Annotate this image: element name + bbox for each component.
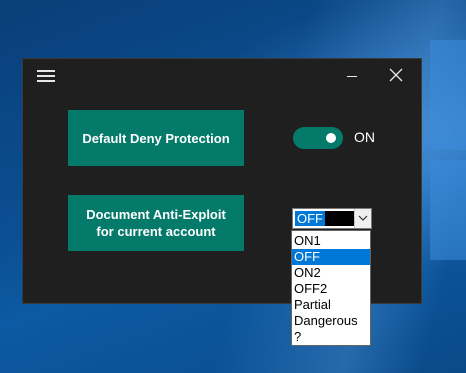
close-icon[interactable] xyxy=(389,68,405,84)
select-current-value: OFF xyxy=(295,211,354,226)
select-option[interactable]: ON2 xyxy=(292,265,370,281)
hamburger-menu-icon[interactable] xyxy=(37,70,55,82)
minimize-icon[interactable] xyxy=(345,69,361,83)
protection-toggle[interactable] xyxy=(293,127,343,149)
anti-exploit-mode-select[interactable]: OFF xyxy=(292,208,372,229)
desktop-logo-pane xyxy=(430,40,466,150)
select-option[interactable]: OFF2 xyxy=(292,281,370,297)
select-option[interactable]: OFF xyxy=(292,249,370,265)
default-deny-protection-button[interactable]: Default Deny Protection xyxy=(68,110,244,166)
desktop-logo-pane xyxy=(430,160,466,260)
select-option[interactable]: ON1 xyxy=(292,233,370,249)
select-option[interactable]: ? xyxy=(292,329,370,345)
toggle-state-label: ON xyxy=(354,129,375,145)
title-bar xyxy=(23,59,421,91)
select-option[interactable]: Dangerous xyxy=(292,313,370,329)
document-anti-exploit-button[interactable]: Document Anti-Exploit for current accoun… xyxy=(68,195,244,251)
select-options-list: ON1 OFF ON2 OFF2 Partial Dangerous ? xyxy=(291,230,371,346)
toggle-knob xyxy=(326,133,336,143)
chevron-down-icon[interactable] xyxy=(354,209,371,228)
select-option[interactable]: Partial xyxy=(292,297,370,313)
